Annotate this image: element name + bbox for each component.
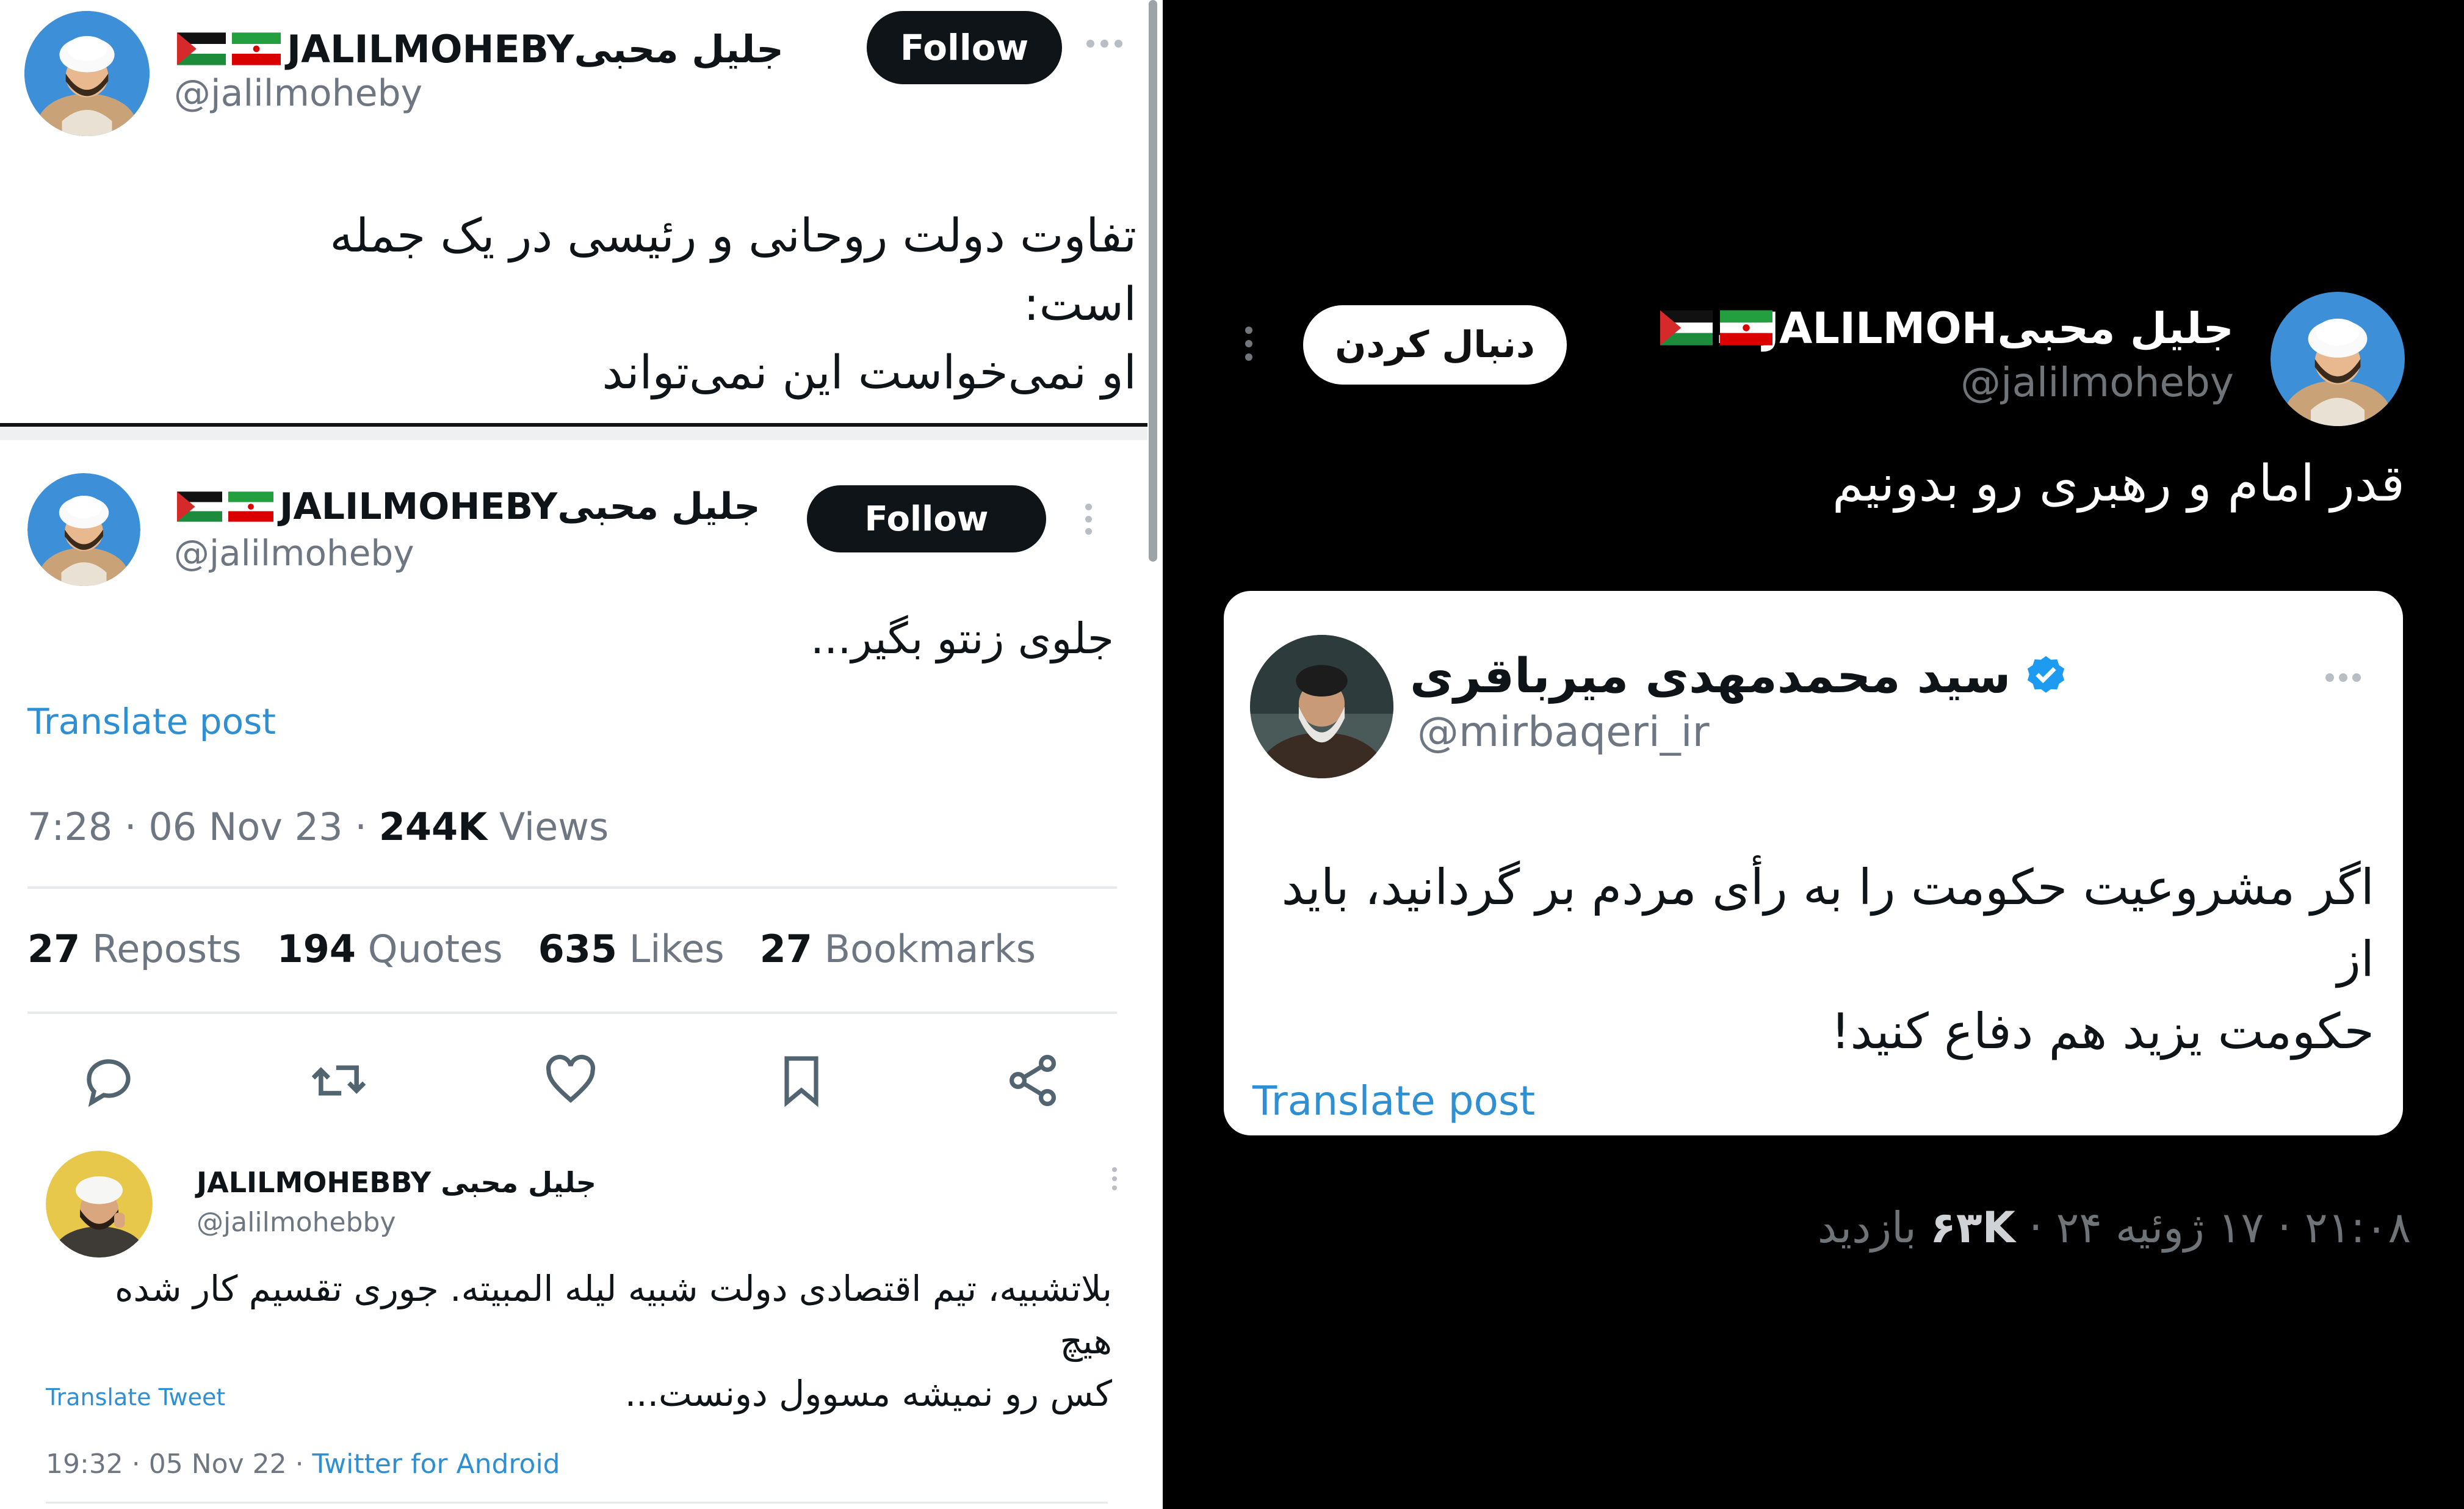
verified-badge-icon <box>2028 656 2065 693</box>
stat-reposts[interactable]: 27 Reposts <box>27 927 242 971</box>
translate-post-link[interactable]: Translate post <box>1252 1077 1535 1124</box>
tweet-text: تفاوت دولت روحانی و رئیسی در یک جمله است… <box>221 201 1136 407</box>
client-link[interactable]: Twitter for Android <box>313 1449 560 1480</box>
avatar[interactable] <box>46 1151 153 1258</box>
iran-flag-icon <box>228 491 273 522</box>
reply-icon[interactable] <box>75 1047 142 1114</box>
tweet-timestamp: 19:32 · 05 Nov 22 · Twitter for Android <box>46 1449 560 1480</box>
share-icon[interactable] <box>999 1047 1066 1114</box>
tweet-text-line: حکومت یزید هم دفاع کنید! <box>1830 1003 2374 1060</box>
follow-button[interactable]: Follow <box>807 485 1046 552</box>
timestamp-text: 19:32 · 05 Nov 22 · <box>46 1449 313 1480</box>
panel-gap <box>0 427 1147 440</box>
avatar[interactable] <box>24 11 150 136</box>
tweet-text: قدر امام و رهبری رو بدونیم <box>1832 455 2405 513</box>
like-icon[interactable] <box>537 1047 604 1114</box>
views-label: Views <box>487 805 609 849</box>
translate-post-link[interactable]: Translate post <box>27 701 276 742</box>
follow-button[interactable]: دنبال کردن <box>1303 305 1567 385</box>
views-count: 244K <box>378 805 488 849</box>
author-name[interactable]: JALILMOHEBYجلیل محبی <box>177 24 784 73</box>
iran-flag-icon <box>232 32 281 65</box>
tweet-meta: ۲۱:۰۸ · ۱۷ ژوئیه ۲۴ · ۶۳K بازدید <box>1709 1203 2411 1253</box>
more-options-icon[interactable] <box>1085 504 1092 535</box>
quoted-author-name[interactable]: سید محمدمهدی میرباقری <box>1410 647 2069 705</box>
avatar[interactable] <box>1250 635 1393 778</box>
quoted-author-handle[interactable]: @mirbaqeri_ir <box>1417 708 1710 756</box>
views-label: بازدید <box>1817 1203 1931 1253</box>
author-handle[interactable]: @jalilmohebby <box>197 1207 396 1238</box>
author-name[interactable]: JALILMOHEBBY جلیل محبی <box>197 1166 596 1199</box>
translate-tweet-link[interactable]: Translate Tweet <box>46 1384 225 1411</box>
scrollbar[interactable] <box>1149 0 1157 562</box>
flag-icons <box>1660 310 1772 346</box>
author-handle[interactable]: @jalilmoheby <box>174 532 414 574</box>
tweet-text-line: او نمی‌خواست این نمی‌تواند <box>602 345 1136 399</box>
more-options-icon[interactable] <box>2325 673 2361 682</box>
repost-icon[interactable] <box>305 1047 372 1114</box>
palestine-flag-icon <box>177 32 226 65</box>
stat-quotes[interactable]: 194 Quotes <box>277 927 503 971</box>
more-options-icon[interactable] <box>1112 1167 1117 1190</box>
follow-button[interactable]: Follow <box>867 11 1062 84</box>
tweet-text-line: بلاتشبیه، تیم اقتصادی دولت شبیه لیله الم… <box>115 1268 1112 1362</box>
tweet-timestamp[interactable]: 7:28 · 06 Nov 23 · 244K Views <box>27 805 609 849</box>
stat-likes[interactable]: 635 Likes <box>538 927 724 971</box>
author-name[interactable]: JALILMOHEBYجلیل محبی <box>177 482 761 531</box>
more-options-icon[interactable] <box>1086 40 1122 48</box>
bookmark-icon[interactable] <box>768 1047 835 1114</box>
divider <box>27 886 1117 889</box>
tweet-text-line: تفاوت دولت روحانی و رئیسی در یک جمله است… <box>330 208 1136 331</box>
palestine-flag-icon <box>177 491 222 522</box>
avatar[interactable] <box>2271 292 2405 426</box>
iran-flag-icon <box>1720 310 1772 346</box>
tweet-text: بلاتشبیه، تیم اقتصادی دولت شبیه لیله الم… <box>74 1262 1112 1420</box>
tweet-text: جلوی زنتو بگیر... <box>810 613 1114 664</box>
timestamp-text: 7:28 · 06 Nov 23 · <box>27 805 379 849</box>
more-options-icon[interactable] <box>1245 327 1252 361</box>
views-count: ۶۳K <box>1930 1203 2015 1253</box>
meta-timestamp: ۲۱:۰۸ · ۱۷ ژوئیه ۲۴ · <box>2015 1203 2411 1253</box>
divider <box>27 1011 1117 1014</box>
engagement-stats: 27 Reposts 194 Quotes 635 Likes 27 Bookm… <box>27 927 1036 971</box>
tweet-text-line: کس رو نمیشه مسوول دونست... <box>624 1373 1112 1414</box>
author-handle[interactable]: @jalilmoheby <box>174 72 422 115</box>
stat-bookmarks[interactable]: 27 Bookmarks <box>760 927 1036 971</box>
palestine-flag-icon <box>1660 310 1713 346</box>
tweet-text-line: اگر مشروعیت حکومت را به رأی مردم بر گردا… <box>1281 859 2374 988</box>
quoted-tweet-text: اگر مشروعیت حکومت را به رأی مردم بر گردا… <box>1251 852 2374 1068</box>
divider <box>46 1502 1108 1504</box>
author-handle[interactable]: @jalilmoheby <box>1862 359 2234 406</box>
avatar[interactable] <box>27 473 140 586</box>
